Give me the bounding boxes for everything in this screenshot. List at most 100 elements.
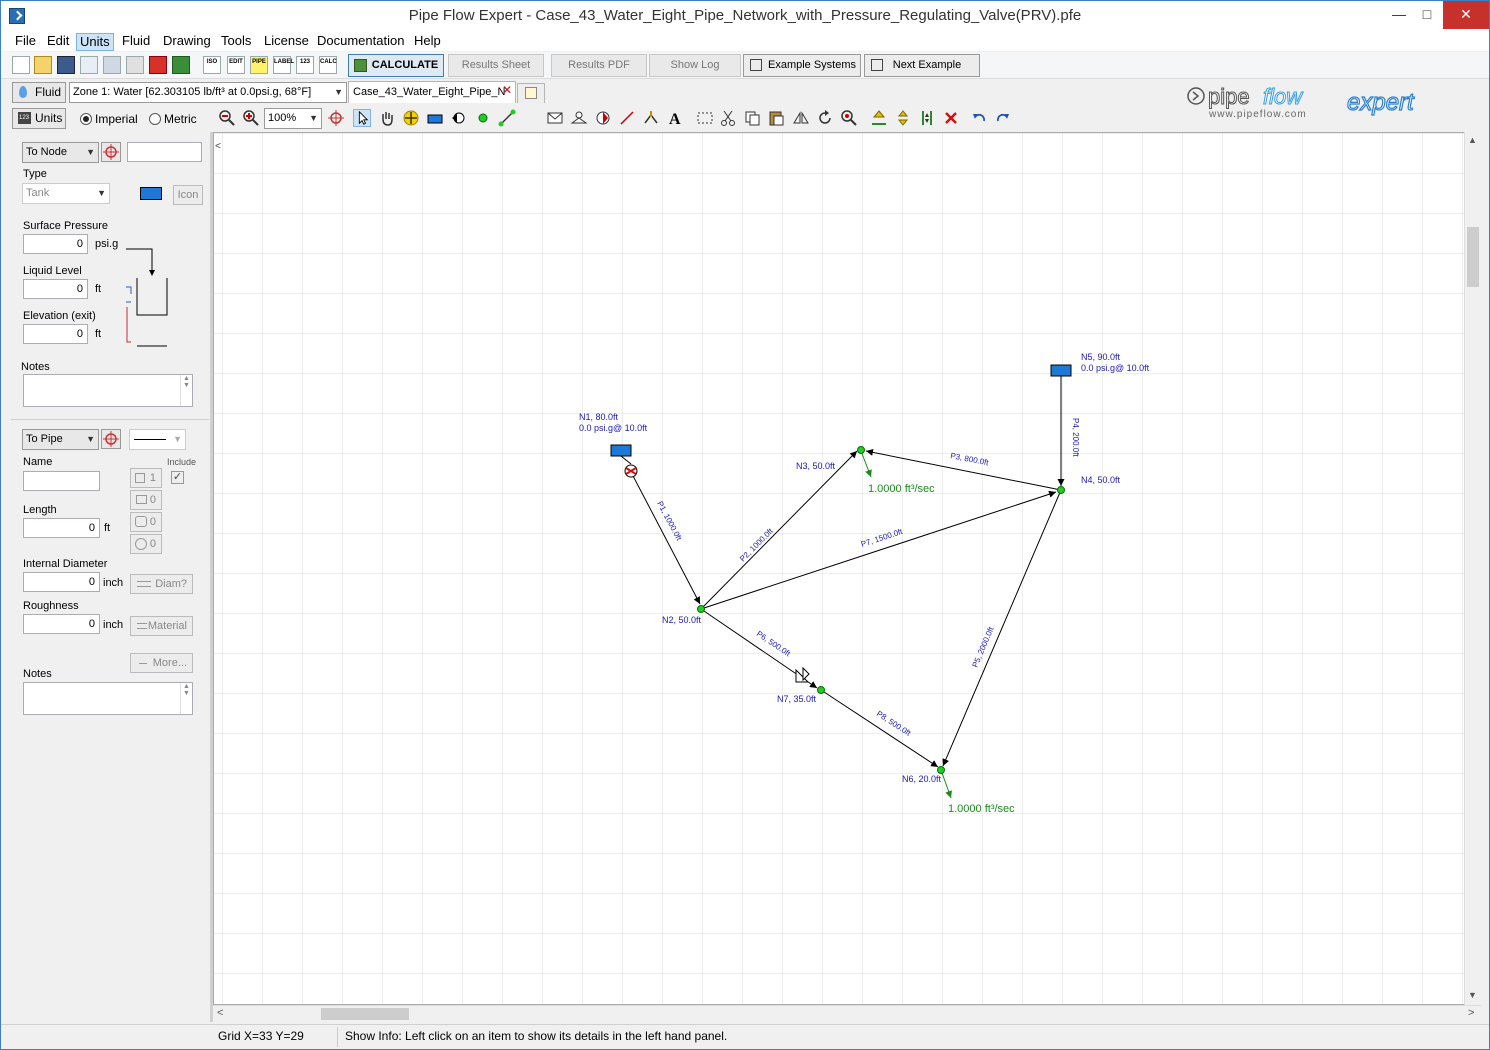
menu-tools[interactable]: Tools bbox=[218, 33, 254, 51]
locate-pipe-icon[interactable] bbox=[101, 429, 121, 449]
numbers-icon[interactable]: 123 bbox=[296, 56, 314, 74]
redo-icon[interactable] bbox=[994, 109, 1012, 127]
node-type-select[interactable]: Tank ▼ bbox=[22, 183, 110, 204]
results-sheet-button[interactable]: Results Sheet bbox=[448, 54, 544, 77]
print-icon[interactable] bbox=[126, 56, 144, 74]
roughness-field[interactable]: 0 bbox=[23, 614, 100, 634]
metric-radio[interactable] bbox=[149, 113, 161, 125]
menu-edit[interactable]: Edit bbox=[44, 33, 72, 51]
menu-license[interactable]: License bbox=[261, 33, 312, 51]
diam-button[interactable]: Diam? bbox=[130, 574, 193, 594]
surface-pressure-field[interactable]: 0 bbox=[23, 234, 88, 254]
menu-documentation[interactable]: Documentation bbox=[314, 33, 407, 51]
fitting-pump-button[interactable]: 0 bbox=[130, 534, 162, 554]
demand-icon[interactable] bbox=[642, 109, 660, 127]
pipe-icon[interactable]: PIPE bbox=[250, 56, 268, 74]
menu-drawing[interactable]: Drawing bbox=[160, 33, 214, 51]
close-tab-icon[interactable]: ✕ bbox=[502, 82, 512, 100]
undo-icon[interactable] bbox=[970, 109, 988, 127]
find-icon[interactable] bbox=[840, 109, 858, 127]
example-systems-button[interactable]: Example Systems bbox=[743, 54, 861, 77]
delete-icon[interactable] bbox=[942, 109, 960, 127]
menu-file[interactable]: File bbox=[12, 33, 39, 51]
move-icon[interactable] bbox=[402, 109, 420, 127]
icon-button[interactable]: Icon bbox=[173, 185, 203, 205]
node-n3[interactable] bbox=[857, 446, 865, 454]
node-n7[interactable] bbox=[817, 686, 825, 694]
horizontal-scroll-thumb[interactable] bbox=[321, 1008, 409, 1020]
zone-select[interactable]: Zone 1: Water [62.303105 lb/ft³ at 0.0ps… bbox=[69, 82, 347, 103]
fitting-control-valve-button[interactable]: 0 bbox=[130, 512, 162, 532]
edit-icon[interactable]: EDIT bbox=[227, 56, 245, 74]
node-name-field[interactable] bbox=[127, 142, 202, 162]
include-checkbox[interactable]: ✓ bbox=[171, 471, 184, 484]
tank-tool-icon[interactable] bbox=[426, 109, 444, 127]
close-button[interactable]: ✕ bbox=[1443, 1, 1489, 29]
collapse-panel-button[interactable]: < bbox=[213, 141, 223, 171]
pointer-icon[interactable] bbox=[353, 109, 371, 127]
select-area-icon[interactable] bbox=[696, 109, 714, 127]
pan-hand-icon[interactable] bbox=[378, 109, 396, 127]
node-n4[interactable] bbox=[1057, 486, 1065, 494]
menu-fluid[interactable]: Fluid bbox=[119, 33, 153, 51]
control-valve-icon[interactable] bbox=[570, 109, 588, 127]
line-style-select[interactable]: ▼ bbox=[129, 429, 186, 450]
maximize-button[interactable]: □ bbox=[1411, 1, 1443, 29]
scroll-left-icon[interactable]: < bbox=[217, 1007, 223, 1019]
notes-scrollbar[interactable]: ▲ ▼ bbox=[180, 375, 192, 406]
label-icon[interactable]: LABEL bbox=[273, 56, 294, 74]
node-n6[interactable] bbox=[937, 766, 945, 774]
more-button[interactable]: More... bbox=[130, 653, 193, 673]
distribute-icon[interactable] bbox=[918, 109, 936, 127]
menu-help[interactable]: Help bbox=[411, 33, 444, 51]
node-notes-field[interactable]: ▲ ▼ bbox=[23, 374, 193, 407]
save-icon[interactable] bbox=[57, 56, 75, 74]
image-export-icon[interactable] bbox=[172, 56, 190, 74]
next-example-button[interactable]: Next Example bbox=[864, 54, 980, 77]
internal-diameter-field[interactable]: 0 bbox=[23, 572, 100, 592]
note-tool-icon[interactable] bbox=[546, 109, 564, 127]
results-pdf-button[interactable]: Results PDF bbox=[551, 54, 647, 77]
rotate-icon[interactable] bbox=[816, 109, 834, 127]
network-diagram[interactable]: N1, 80.0ft 0.0 psi.g@ 10.0ft N2, 50.0ft … bbox=[214, 133, 1479, 1005]
liquid-level-field[interactable]: 0 bbox=[23, 279, 88, 299]
menu-units[interactable]: Units bbox=[76, 33, 114, 51]
check-valve-icon[interactable] bbox=[594, 109, 612, 127]
align-up-icon[interactable] bbox=[870, 109, 888, 127]
open-folder-icon[interactable] bbox=[34, 56, 52, 74]
calculate-button[interactable]: CALCULATE bbox=[348, 54, 444, 77]
zoom-out-icon[interactable] bbox=[218, 109, 236, 127]
vertical-scrollbar[interactable]: ▲ ▼ bbox=[1464, 132, 1481, 1005]
fitting-component-button[interactable]: 0 bbox=[130, 490, 162, 510]
cut-icon[interactable] bbox=[719, 109, 737, 127]
scroll-up-icon[interactable]: ▲ bbox=[1468, 135, 1477, 145]
show-log-button[interactable]: Show Log bbox=[649, 54, 741, 77]
scroll-down-icon[interactable]: ▼ bbox=[1468, 990, 1477, 1000]
scroll-right-icon[interactable]: > bbox=[1468, 1007, 1474, 1019]
flip-icon[interactable] bbox=[792, 109, 810, 127]
node-n2[interactable] bbox=[697, 605, 705, 613]
tab-document[interactable]: Case_43_Water_Eight_Pipe_N ✕ bbox=[348, 81, 516, 103]
zoom-in-icon[interactable] bbox=[242, 109, 260, 127]
to-pipe-select[interactable]: To Pipe ▼ bbox=[22, 429, 99, 450]
vertical-scroll-thumb[interactable] bbox=[1467, 227, 1479, 287]
email-icon[interactable] bbox=[80, 56, 98, 74]
imperial-radio[interactable] bbox=[80, 113, 92, 125]
zoom-select[interactable]: 100% ▼ bbox=[264, 108, 322, 129]
new-tab-button[interactable] bbox=[517, 83, 545, 103]
delete-pipe-icon[interactable] bbox=[618, 109, 636, 127]
closed-valve-icon[interactable] bbox=[624, 464, 638, 478]
horizontal-scrollbar[interactable]: < > bbox=[213, 1005, 1481, 1022]
center-target-icon[interactable] bbox=[327, 109, 345, 127]
pipe-notes-field[interactable]: ▲ ▼ bbox=[23, 682, 193, 715]
tank-n1[interactable] bbox=[610, 444, 632, 457]
drawing-canvas[interactable]: N1, 80.0ft 0.0 psi.g@ 10.0ft N2, 50.0ft … bbox=[213, 132, 1479, 1005]
align-center-icon[interactable] bbox=[894, 109, 912, 127]
text-tool-icon[interactable]: A bbox=[666, 109, 684, 127]
pump-tool-icon[interactable] bbox=[450, 109, 468, 127]
paste-icon[interactable] bbox=[767, 109, 785, 127]
material-button[interactable]: Material bbox=[130, 616, 193, 636]
fitting-valve-button[interactable]: 1 bbox=[130, 468, 162, 488]
length-field[interactable]: 0 bbox=[23, 518, 100, 538]
tank-n5[interactable] bbox=[1050, 364, 1072, 377]
